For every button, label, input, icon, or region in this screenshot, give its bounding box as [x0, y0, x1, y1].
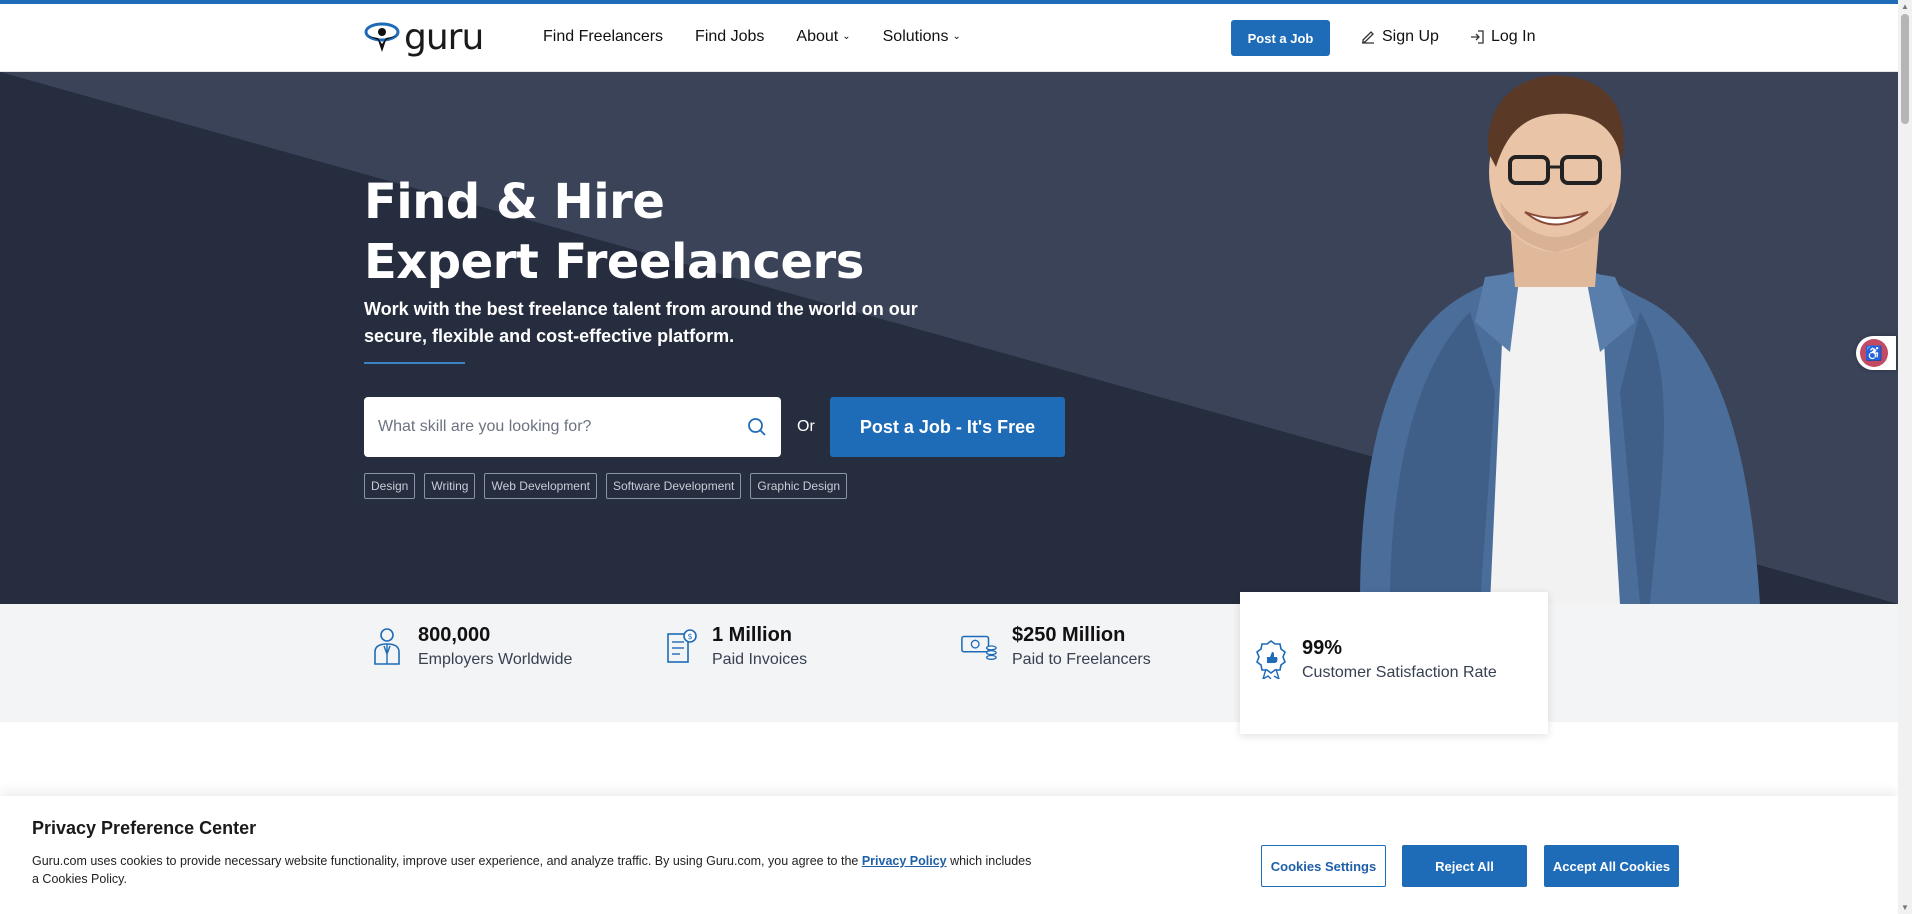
hero-subtitle: Work with the best freelance talent from… — [364, 299, 918, 346]
post-a-job-button[interactable]: Post a Job — [1231, 20, 1330, 56]
hero-title-line1: Find & Hire — [364, 174, 665, 230]
money-icon — [961, 635, 997, 660]
satisfaction-card: 99% Customer Satisfaction Rate — [1240, 592, 1548, 734]
nav-label: Find Freelancers — [543, 28, 664, 45]
cookies-settings-button[interactable]: Cookies Settings — [1261, 845, 1386, 887]
hero-title-line2: Expert Freelancers — [364, 234, 864, 290]
invoice-icon: $ — [667, 629, 697, 663]
nav-find-jobs[interactable]: Find Jobs — [695, 28, 764, 46]
cookie-text: Guru.com uses cookies to provide necessa… — [32, 852, 1032, 888]
stat-text: $250 Million Paid to Freelancers — [1012, 624, 1151, 669]
nav-about[interactable]: About ⌄ — [796, 28, 850, 46]
site-header: guru Find Freelancers Find Jobs About ⌄ S… — [0, 4, 1898, 72]
stat-label: Paid to Freelancers — [1012, 651, 1151, 668]
tag-software-development[interactable]: Software Development — [605, 473, 742, 499]
popular-skill-tags: Design Writing Web Development Software … — [364, 473, 848, 499]
stats-bar: 800,000 Employers Worldwide $ 1 Million … — [0, 604, 1898, 722]
nav-find-freelancers[interactable]: Find Freelancers — [543, 28, 663, 46]
nav-label: Find Jobs — [695, 28, 765, 45]
tag-web-development[interactable]: Web Development — [484, 473, 597, 499]
privacy-policy-link[interactable]: Privacy Policy — [862, 854, 947, 868]
or-separator: Or — [797, 418, 815, 435]
stat-paid-freelancers: $250 Million Paid to Freelancers — [960, 624, 1151, 669]
hero-section: Find & Hire Expert Freelancers Work with… — [0, 72, 1898, 604]
stat-text: 800,000 Employers Worldwide — [418, 624, 572, 669]
sign-up-label: Sign Up — [1382, 28, 1439, 45]
log-in-label: Log In — [1491, 28, 1536, 45]
edit-icon — [1362, 31, 1374, 44]
hero-divider — [364, 362, 465, 364]
accessibility-widget[interactable]: ♿ — [1856, 336, 1896, 370]
chevron-down-icon: ⌄ — [952, 30, 961, 42]
guru-logo-icon — [364, 22, 400, 52]
chevron-down-icon: ⌄ — [842, 30, 851, 42]
tag-design[interactable]: Design — [364, 473, 416, 499]
stat-employers: 800,000 Employers Worldwide — [370, 624, 572, 669]
scroll-up-arrow-icon[interactable]: ▲ — [1900, 2, 1910, 11]
main-nav: Find Freelancers Find Jobs About ⌄ Soluti… — [543, 28, 961, 46]
nav-label: Solutions — [882, 28, 949, 45]
guru-logo[interactable]: guru — [364, 17, 484, 58]
accessibility-icon: ♿ — [1860, 339, 1888, 367]
cookie-text-part: Guru.com uses cookies to provide necessa… — [32, 854, 862, 868]
cookie-title: Privacy Preference Center — [32, 818, 257, 838]
hero-title: Find & Hire Expert Freelancers — [364, 172, 864, 292]
sign-up-link[interactable]: Sign Up — [1360, 28, 1439, 46]
skill-search-box — [364, 397, 781, 457]
accept-all-cookies-button[interactable]: Accept All Cookies — [1544, 845, 1679, 887]
stat-text: 99% Customer Satisfaction Rate — [1302, 637, 1497, 682]
stat-value: $250 Million — [1012, 624, 1126, 646]
award-icon — [1256, 640, 1286, 679]
stat-value: 1 Million — [712, 624, 792, 646]
logo-wordmark: guru — [404, 17, 484, 58]
post-job-free-button[interactable]: Post a Job - It's Free — [830, 397, 1065, 457]
nav-label: About — [796, 28, 839, 45]
tag-writing[interactable]: Writing — [424, 473, 476, 499]
login-icon — [1471, 30, 1484, 44]
hero-person-image — [1360, 75, 1760, 604]
svg-text:$: $ — [687, 632, 692, 641]
stat-label: Customer Satisfaction Rate — [1302, 664, 1497, 681]
skill-search-input[interactable] — [378, 418, 747, 436]
employer-icon — [374, 628, 400, 665]
stat-text: 1 Million Paid Invoices — [712, 624, 807, 669]
reject-all-button[interactable]: Reject All — [1402, 845, 1527, 887]
stat-value: 99% — [1302, 637, 1343, 659]
stat-label: Paid Invoices — [712, 651, 808, 668]
scroll-down-arrow-icon[interactable]: ▼ — [1900, 903, 1910, 912]
scrollbar[interactable]: ▲ ▼ — [1898, 0, 1912, 914]
stat-label: Employers Worldwide — [418, 651, 573, 668]
scroll-thumb[interactable] — [1901, 14, 1909, 124]
search-icon[interactable] — [747, 417, 767, 437]
log-in-link[interactable]: Log In — [1469, 28, 1535, 46]
tag-graphic-design[interactable]: Graphic Design — [750, 473, 848, 499]
nav-solutions[interactable]: Solutions ⌄ — [883, 28, 961, 46]
stat-invoices: $ 1 Million Paid Invoices — [664, 624, 807, 669]
stat-satisfaction: 99% Customer Satisfaction Rate — [1254, 637, 1497, 682]
stat-value: 800,000 — [418, 624, 491, 646]
